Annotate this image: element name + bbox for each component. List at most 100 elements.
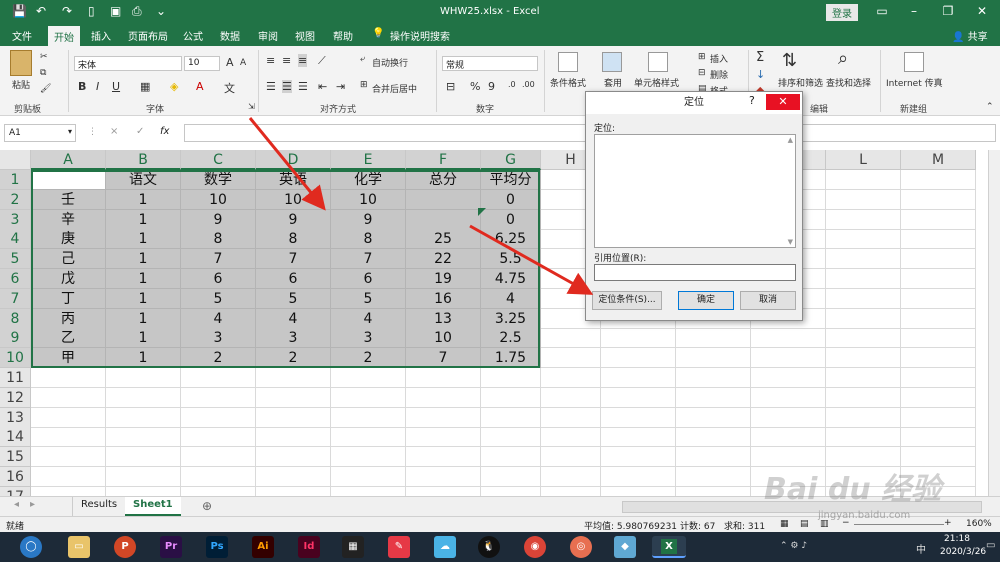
tab-insert[interactable]: 插入 <box>91 28 111 43</box>
cell[interactable]: 3 <box>256 328 331 349</box>
cell[interactable] <box>676 467 751 487</box>
indent-icon[interactable]: ⇤ <box>318 80 327 93</box>
customize-qat-icon[interactable]: ⌄ <box>156 4 166 18</box>
cell[interactable] <box>751 328 826 349</box>
cell[interactable]: 16 <box>406 288 481 309</box>
cell[interactable] <box>901 368 976 388</box>
cell[interactable]: 1 <box>106 209 181 230</box>
share-button[interactable]: 👤 共享 <box>952 28 988 43</box>
align-center-icon[interactable]: ☰ <box>282 80 292 93</box>
powerpoint-icon[interactable]: P <box>114 536 136 558</box>
find-select-button[interactable]: 查找和选择 <box>826 76 871 89</box>
cell[interactable] <box>481 427 541 448</box>
row-header-5[interactable]: 5 <box>0 249 31 270</box>
shrink-font-button[interactable]: A <box>240 58 246 68</box>
cell[interactable]: 13 <box>406 308 481 329</box>
row-header-11[interactable]: 11 <box>0 368 31 388</box>
cell[interactable] <box>256 467 331 487</box>
tab-data[interactable]: 数据 <box>220 28 240 43</box>
cell[interactable] <box>901 427 976 448</box>
tab-file[interactable]: 文件 <box>12 28 32 43</box>
internet-fax-icon[interactable] <box>904 52 924 72</box>
tab-review[interactable]: 审阅 <box>258 28 278 43</box>
cell[interactable] <box>901 328 976 349</box>
cell[interactable]: 6 <box>256 269 331 289</box>
cell[interactable]: 7 <box>181 249 256 270</box>
sheet-tab-results[interactable]: Results <box>72 497 127 516</box>
cell[interactable] <box>31 407 106 428</box>
cell[interactable]: 7 <box>331 249 406 270</box>
bold-button[interactable]: B <box>78 80 86 93</box>
error-indicator-icon[interactable] <box>478 208 488 218</box>
cell[interactable]: 8 <box>331 229 406 250</box>
font-dialog-launcher-icon[interactable]: ⇲ <box>248 102 255 111</box>
view-normal-icon[interactable]: ▦ <box>780 519 789 529</box>
notifications-icon[interactable]: ▭ <box>986 540 995 551</box>
sheet-tab-sheet1[interactable]: Sheet1 <box>125 497 181 516</box>
cell[interactable] <box>826 348 901 369</box>
cell[interactable] <box>106 368 181 388</box>
cell[interactable] <box>826 447 901 468</box>
cell[interactable] <box>826 189 901 210</box>
select-all-corner[interactable] <box>0 150 31 170</box>
cell[interactable] <box>826 407 901 428</box>
cell[interactable] <box>601 467 676 487</box>
cell[interactable]: 9 <box>256 209 331 230</box>
delete-cells-button[interactable]: 删除 <box>710 68 728 81</box>
cell[interactable]: 1 <box>106 189 181 210</box>
cell[interactable]: 1 <box>106 348 181 369</box>
percent-button[interactable]: % <box>470 80 480 93</box>
vertical-scrollbar[interactable] <box>988 150 1000 496</box>
cell[interactable] <box>676 447 751 468</box>
cell[interactable]: 2.5 <box>481 328 541 349</box>
cell[interactable] <box>481 387 541 408</box>
cell[interactable]: 英语 <box>256 170 331 190</box>
cut-icon[interactable]: ✂ <box>40 52 48 62</box>
cell[interactable] <box>406 447 481 468</box>
cell[interactable] <box>751 407 826 428</box>
row-header-6[interactable]: 6 <box>0 269 31 289</box>
cell[interactable] <box>901 467 976 487</box>
autosum-icon[interactable]: Σ <box>756 50 764 65</box>
cortana-icon[interactable]: ◯ <box>20 536 42 558</box>
cell[interactable] <box>181 467 256 487</box>
notes-icon[interactable]: ◆ <box>614 536 636 558</box>
next-sheet-icon[interactable]: ▸ <box>22 497 43 516</box>
wrap-text-button[interactable]: 自动换行 <box>372 56 408 69</box>
column-header-d[interactable]: D <box>256 150 331 170</box>
tab-home[interactable]: 开始 <box>48 26 80 46</box>
format-painter-icon[interactable]: 🖌 <box>40 84 51 94</box>
cell[interactable]: 10 <box>181 189 256 210</box>
font-color-icon[interactable]: A <box>196 80 204 93</box>
internet-fax-button[interactable]: Internet 传真 <box>886 76 943 89</box>
find-select-icon[interactable]: ⌕ <box>838 48 848 69</box>
cell[interactable] <box>331 447 406 468</box>
tab-view[interactable]: 视图 <box>295 28 315 43</box>
fill-icon[interactable]: ↓ <box>756 68 765 81</box>
cell[interactable] <box>406 209 481 230</box>
cell[interactable]: 5.5 <box>481 249 541 270</box>
delete-cells-icon[interactable]: ⊟ <box>698 68 706 78</box>
row-header-14[interactable]: 14 <box>0 427 31 448</box>
cell[interactable] <box>901 209 976 230</box>
cancel-entry-icon[interactable]: × <box>110 126 118 137</box>
column-header-b[interactable]: B <box>106 150 181 170</box>
sort-filter-button[interactable]: 排序和筛选 <box>778 76 823 89</box>
new-file-icon[interactable]: ▯ <box>88 4 95 18</box>
cell[interactable]: 8 <box>181 229 256 250</box>
cell[interactable] <box>331 368 406 388</box>
wps-icon[interactable]: ✎ <box>388 536 410 558</box>
tab-page-layout[interactable]: 页面布局 <box>128 28 168 43</box>
cell[interactable] <box>331 427 406 448</box>
cell[interactable] <box>331 407 406 428</box>
cell[interactable]: 4 <box>331 308 406 329</box>
column-header-c[interactable]: C <box>181 150 256 170</box>
cell[interactable] <box>256 447 331 468</box>
cell[interactable]: 0 <box>481 189 541 210</box>
paste-label[interactable]: 粘贴 <box>12 78 30 91</box>
align-top-icon[interactable]: ≡ <box>266 54 275 67</box>
indesign-icon[interactable]: Id <box>298 536 320 558</box>
cell[interactable] <box>31 427 106 448</box>
cell[interactable] <box>676 387 751 408</box>
cell[interactable] <box>541 467 601 487</box>
